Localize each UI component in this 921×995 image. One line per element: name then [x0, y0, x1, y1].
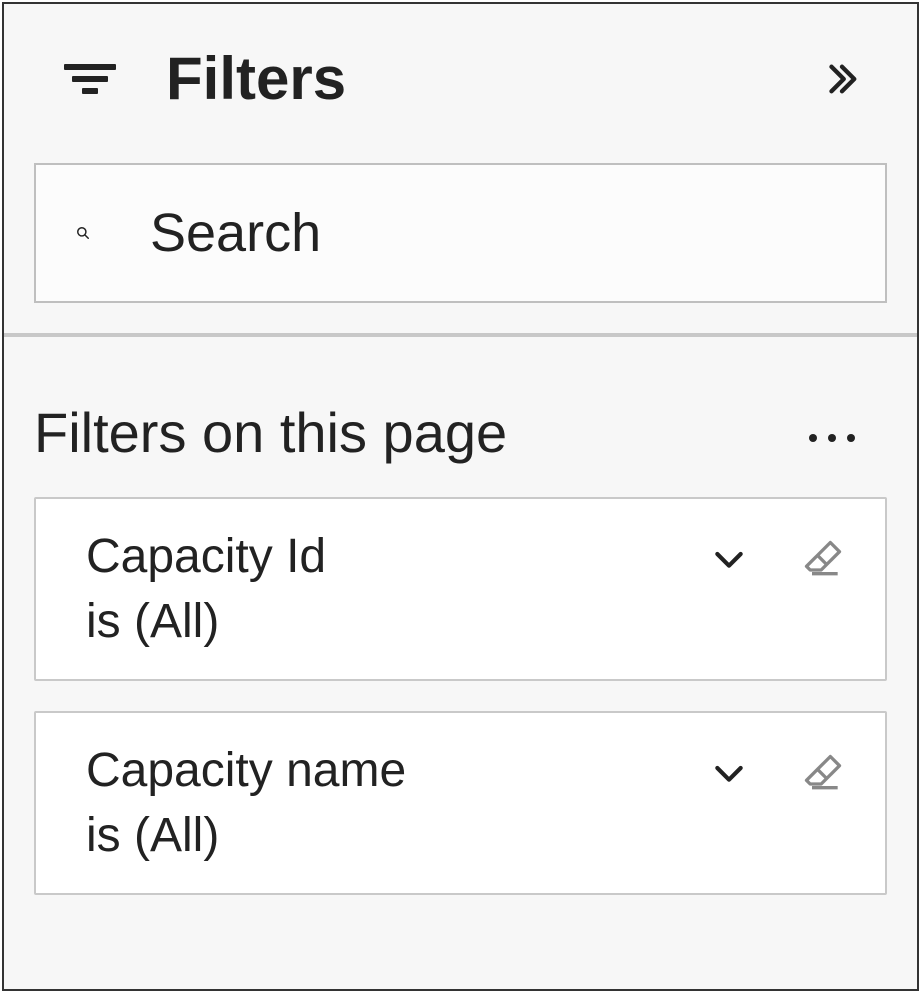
expand-filter-button[interactable] — [707, 537, 751, 581]
clear-filter-button[interactable] — [801, 537, 845, 581]
search-input[interactable] — [150, 202, 845, 264]
filter-text: Capacity name is (All) — [86, 743, 687, 863]
search-icon — [76, 208, 90, 258]
chevron-down-icon — [709, 539, 749, 579]
section-more-button[interactable] — [787, 397, 877, 467]
clear-filter-button[interactable] — [801, 751, 845, 795]
filter-controls — [707, 743, 845, 795]
filter-field-name: Capacity Id — [86, 529, 687, 584]
filter-field-name: Capacity name — [86, 743, 687, 798]
chevron-double-right-icon — [821, 58, 863, 100]
more-icon — [807, 430, 857, 446]
collapse-panel-button[interactable] — [817, 54, 867, 104]
eraser-icon — [801, 750, 845, 796]
filter-card[interactable]: Capacity Id is (All) — [34, 497, 887, 681]
filter-field-value: is (All) — [86, 594, 687, 649]
expand-filter-button[interactable] — [707, 751, 751, 795]
search-container — [4, 133, 917, 333]
search-box[interactable] — [34, 163, 887, 303]
section-header: Filters on this page — [34, 397, 887, 497]
section-title: Filters on this page — [34, 400, 507, 465]
filters-section: Filters on this page Capacity Id is (All… — [4, 337, 917, 955]
chevron-down-icon — [709, 753, 749, 793]
filter-text: Capacity Id is (All) — [86, 529, 687, 649]
panel-title: Filters — [166, 44, 767, 113]
filter-field-value: is (All) — [86, 808, 687, 863]
filter-icon — [64, 59, 116, 99]
eraser-icon — [801, 536, 845, 582]
filter-controls — [707, 529, 845, 581]
filter-card[interactable]: Capacity name is (All) — [34, 711, 887, 895]
panel-header: Filters — [4, 4, 917, 133]
filters-panel: Filters Filters on this page — [2, 2, 919, 991]
